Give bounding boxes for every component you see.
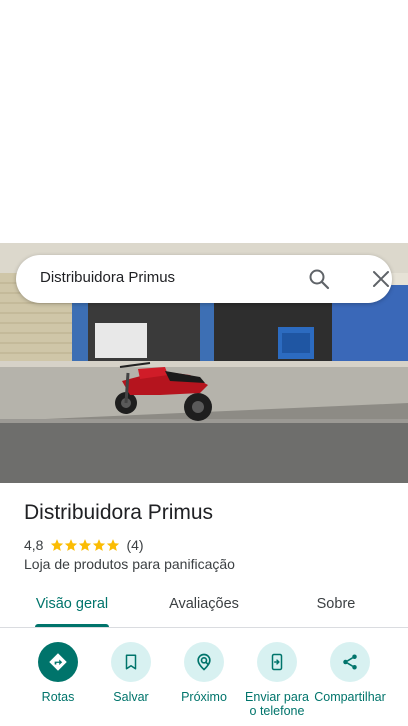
close-icon[interactable] xyxy=(369,267,393,291)
review-count[interactable]: (4) xyxy=(126,537,143,553)
save-label: Salvar xyxy=(113,690,149,704)
send-to-phone-button[interactable]: Enviar para o telefone xyxy=(239,642,315,726)
share-label: Compartilhar xyxy=(314,690,386,704)
place-title: Distribuidora Primus xyxy=(24,501,214,524)
send-to-phone-icon xyxy=(257,642,297,682)
nearby-icon xyxy=(184,642,224,682)
search-bar[interactable]: Distribuidora Primus xyxy=(16,255,392,303)
directions-label: Rotas xyxy=(41,690,75,704)
nearby-label: Próximo xyxy=(181,690,227,704)
send-to-phone-label: Enviar para o telefone xyxy=(245,690,309,718)
nearby-button[interactable]: Próximo xyxy=(166,642,242,704)
star-icon xyxy=(107,539,120,551)
star-icon xyxy=(93,539,106,551)
share-button[interactable]: Compartilhar xyxy=(312,642,388,726)
place-category: Loja de produtos para panificação xyxy=(24,556,235,572)
search-icon[interactable] xyxy=(307,267,331,291)
star-icon xyxy=(51,539,64,551)
directions-icon xyxy=(38,642,78,682)
star-rating xyxy=(50,538,120,552)
star-icon xyxy=(65,539,78,551)
directions-button[interactable]: Rotas xyxy=(20,642,96,704)
star-icon xyxy=(79,539,92,551)
rating-value: 4,8 xyxy=(24,537,44,553)
tab-overview[interactable]: Visão geral xyxy=(20,590,124,628)
tab-about[interactable]: Sobre xyxy=(284,590,388,628)
tabs-divider xyxy=(0,627,408,628)
save-button[interactable]: Salvar xyxy=(93,642,169,704)
search-input[interactable]: Distribuidora Primus xyxy=(40,269,175,286)
tab-reviews[interactable]: Avaliações xyxy=(152,590,256,628)
bookmark-icon xyxy=(111,642,151,682)
rating-row[interactable]: 4,8 (4) xyxy=(24,536,144,554)
share-icon xyxy=(330,642,370,682)
tab-bar: Visão geral Avaliações Sobre xyxy=(0,590,408,628)
